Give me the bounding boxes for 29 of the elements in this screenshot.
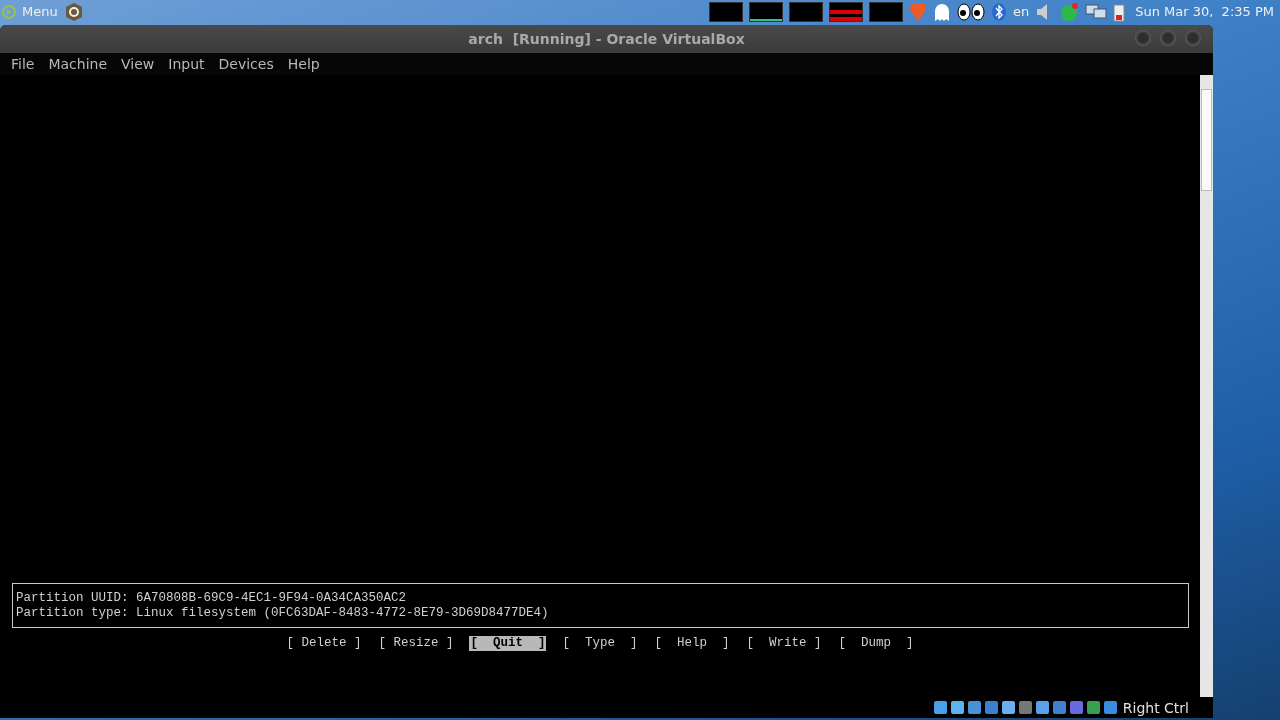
console-button[interactable]: [ Resize ] xyxy=(377,636,455,651)
menu-item[interactable]: File xyxy=(11,56,35,72)
menu-item[interactable]: Input xyxy=(168,56,205,72)
scrollbar[interactable] xyxy=(1200,75,1213,697)
app-launcher-icon[interactable] xyxy=(63,1,84,22)
console-button[interactable]: [ Type ] xyxy=(561,636,639,651)
host-key-label: Right Ctrl xyxy=(1122,699,1189,716)
ghost-icon[interactable] xyxy=(932,1,951,22)
system-monitor-graph[interactable] xyxy=(828,1,863,22)
partition-info-line: Partition type: Linux filesystem (0FC63DAF-8483-4772-8E79-3D69D8477DE4) xyxy=(16,606,550,621)
menu-item[interactable]: Machine xyxy=(48,56,108,72)
partition-info-line: Partition UUID: 6A70808B-69C9-4EC1-9F94-0A34CA350AC2 xyxy=(16,591,408,606)
menu-item[interactable]: Help xyxy=(287,56,320,72)
console-button[interactable]: [ Dump ] xyxy=(837,636,915,651)
eyes-icon[interactable] xyxy=(956,1,985,22)
system-monitor-graph[interactable] xyxy=(868,1,903,22)
clock[interactable]: Sun Mar 30, 2:35 PM xyxy=(1135,4,1274,19)
system-monitor-graph[interactable] xyxy=(788,1,823,22)
console-button[interactable]: [ Help ] xyxy=(653,636,731,651)
window-title: arch [Running] - Oracle VirtualBox xyxy=(468,31,745,47)
bluetooth-icon[interactable] xyxy=(990,1,1007,22)
system-monitor-graph[interactable] xyxy=(748,1,783,22)
console-button[interactable]: [ Delete ] xyxy=(285,636,363,651)
battery-icon[interactable] xyxy=(1113,1,1126,22)
system-monitor-graph[interactable] xyxy=(708,1,743,22)
menu-item[interactable]: View xyxy=(121,56,155,72)
console-button[interactable]: [ Quit ] xyxy=(469,636,547,651)
console-button[interactable]: [ Write ] xyxy=(745,636,823,651)
menu-item[interactable]: Devices xyxy=(218,56,274,72)
